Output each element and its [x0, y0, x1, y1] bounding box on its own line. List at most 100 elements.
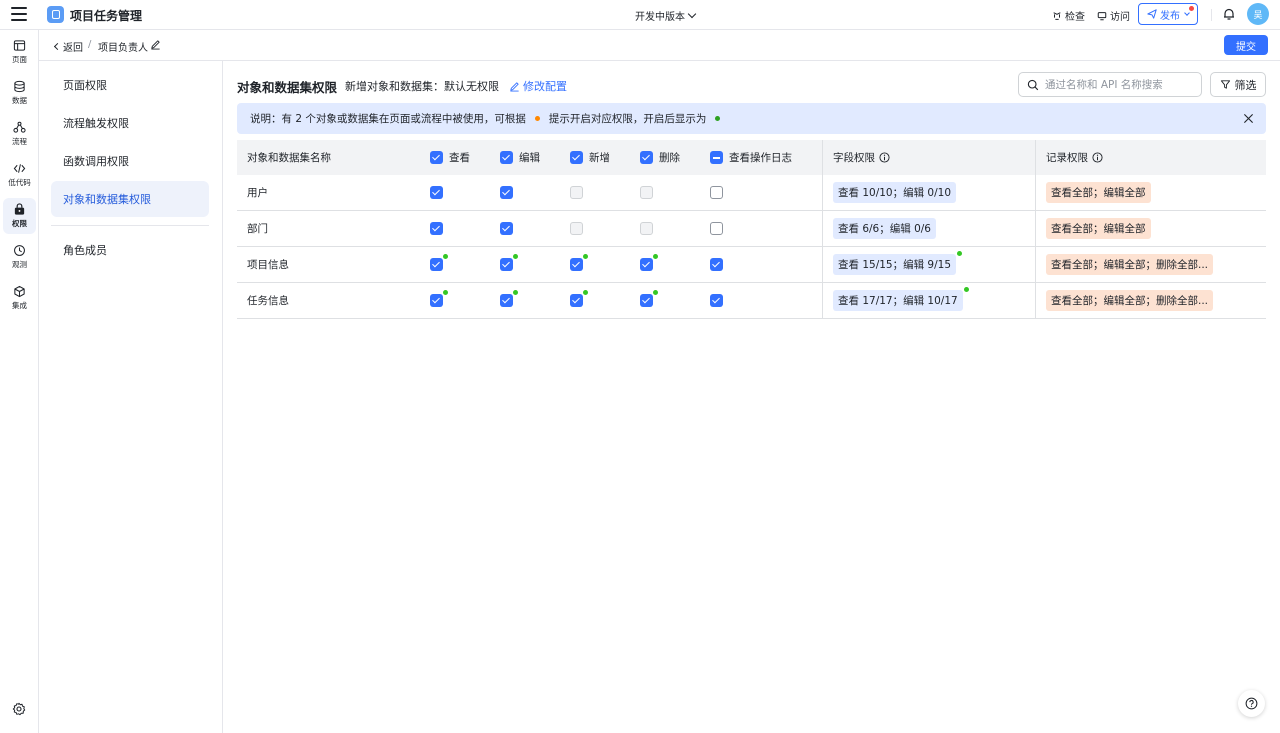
record-cell: 查看全部；编辑全部 — [1046, 211, 1151, 246]
field-permission-tag[interactable]: 查看 6/6；编辑 0/6 — [833, 218, 936, 239]
nav-item-flow[interactable]: 流程 — [3, 116, 36, 152]
view-cell — [430, 247, 448, 282]
field-permission-text: 查看 17/17；编辑 10/17 — [838, 295, 958, 307]
send-icon — [1147, 9, 1157, 19]
record-permission-tag[interactable]: 查看全部；编辑全部；删除全部... — [1046, 290, 1214, 311]
nav-label: 页面 — [12, 55, 27, 64]
side-menu-item-flow-permission[interactable]: 流程触发权限 — [51, 105, 209, 141]
edit-checkbox[interactable] — [500, 186, 513, 199]
view-checkbox[interactable] — [430, 222, 443, 235]
filter-icon — [1220, 80, 1230, 89]
delete-checkbox[interactable] — [640, 290, 658, 307]
divider — [822, 283, 823, 318]
table-row: 部门 查看 6/6；编辑 0/6 查看全部；编辑全部 — [237, 211, 1266, 247]
bell-icon[interactable] — [1222, 7, 1236, 21]
select-all-delete-checkbox[interactable] — [640, 151, 653, 164]
nav-label: 集成 — [12, 301, 27, 310]
select-all-log-checkbox[interactable] — [710, 151, 723, 164]
green-dot-icon — [583, 290, 588, 295]
submit-button[interactable]: 提交 — [1224, 35, 1268, 55]
notice-text-1: 说明：有 2 个对象或数据集在页面或流程中被使用，可根据 — [250, 113, 526, 125]
nav-item-lowcode[interactable]: 低代码 — [3, 157, 36, 193]
side-menu-item-function-permission[interactable]: 函数调用权限 — [51, 143, 209, 179]
app-logo-icon — [47, 6, 64, 23]
row-name: 项目信息 — [247, 259, 289, 271]
select-all-edit-checkbox[interactable] — [500, 151, 513, 164]
gear-icon[interactable] — [12, 702, 26, 716]
add-checkbox[interactable] — [570, 254, 588, 271]
record-permission-tag[interactable]: 查看全部；编辑全部 — [1046, 182, 1151, 203]
add-cell — [570, 247, 588, 282]
add-checkbox — [570, 222, 583, 235]
edit-checkbox[interactable] — [500, 222, 513, 235]
info-icon[interactable] — [1092, 152, 1103, 163]
field-permission-tag[interactable]: 查看 15/15；编辑 9/15 — [833, 251, 963, 275]
filter-button[interactable]: 筛选 — [1210, 72, 1266, 97]
info-icon[interactable] — [879, 152, 890, 163]
log-checkbox[interactable] — [710, 222, 723, 235]
nav-label: 权限 — [12, 219, 27, 228]
delete-checkbox[interactable] — [640, 254, 658, 271]
table-row: 项目信息 查看 15/15；编辑 9/15 查看全部；编辑全部；删除全部... — [237, 247, 1266, 283]
app-title: 项目任务管理 — [70, 9, 143, 23]
side-menu-item-object-permission[interactable]: 对象和数据集权限 — [51, 181, 209, 217]
back-button[interactable]: 返回 — [53, 39, 83, 54]
avatar[interactable]: 吴 — [1247, 3, 1269, 25]
publish-button[interactable]: 发布 — [1138, 3, 1198, 25]
hamburger-menu-icon[interactable] — [11, 7, 27, 21]
edit-icon[interactable] — [150, 39, 161, 50]
search-input[interactable] — [1045, 78, 1195, 91]
record-permission-tag[interactable]: 查看全部；编辑全部；删除全部... — [1046, 254, 1214, 275]
edit-checkbox[interactable] — [500, 254, 518, 271]
divider — [822, 140, 823, 175]
log-checkbox[interactable] — [710, 186, 723, 199]
table-row: 用户 查看 10/10；编辑 0/10 查看全部；编辑全部 — [237, 175, 1266, 211]
divider — [822, 247, 823, 282]
add-checkbox — [570, 186, 583, 199]
field-permission-tag[interactable]: 查看 17/17；编辑 10/17 — [833, 287, 969, 311]
green-dot-icon — [957, 251, 963, 256]
view-checkbox[interactable] — [430, 254, 448, 271]
nav-item-data[interactable]: 数据 — [3, 75, 36, 111]
view-checkbox[interactable] — [430, 186, 443, 199]
nav-item-page[interactable]: 页面 — [3, 34, 36, 70]
log-checkbox[interactable] — [710, 294, 723, 307]
nav-item-permission[interactable]: 权限 — [3, 198, 36, 234]
column-header-name: 对象和数据集名称 — [247, 152, 331, 164]
chevron-down-icon — [687, 9, 697, 19]
column-label: 新增 — [589, 152, 610, 164]
table-row: 任务信息 查看 17/17；编辑 10/17 查看全部；编辑全部；删除全部... — [237, 283, 1266, 319]
record-permission-tag[interactable]: 查看全部；编辑全部 — [1046, 218, 1151, 239]
modify-config-link[interactable]: 修改配置 — [509, 78, 567, 94]
select-all-add-checkbox[interactable] — [570, 151, 583, 164]
view-checkbox[interactable] — [430, 290, 448, 307]
column-header-delete: 删除 — [640, 140, 680, 175]
add-checkbox[interactable] — [570, 290, 588, 307]
search-icon — [1027, 79, 1039, 90]
add-cell — [570, 175, 583, 210]
column-label: 查看 — [449, 152, 470, 164]
log-cell — [710, 211, 723, 246]
green-dot-icon — [715, 116, 721, 121]
delete-cell — [640, 211, 653, 246]
field-permission-tag[interactable]: 查看 10/10；编辑 0/10 — [833, 182, 957, 203]
edit-checkbox[interactable] — [500, 290, 518, 307]
row-name: 用户 — [247, 187, 268, 199]
help-button[interactable] — [1238, 690, 1265, 717]
delete-cell — [640, 247, 658, 282]
inspect-button[interactable]: 检查 — [1052, 8, 1085, 23]
close-icon[interactable] — [1243, 113, 1254, 124]
field-permission-text: 查看 15/15；编辑 9/15 — [838, 259, 952, 271]
side-menu-item-page-permission[interactable]: 页面权限 — [51, 67, 209, 103]
side-menu-item-role-members[interactable]: 角色成员 — [51, 232, 209, 268]
delete-cell — [640, 175, 653, 210]
left-nav: 页面 数据 流程 低代码 权限 观测 集成 — [0, 30, 39, 733]
log-checkbox[interactable] — [710, 258, 723, 271]
version-selector[interactable]: 开发中版本 — [635, 8, 697, 23]
field-cell: 查看 10/10；编辑 0/10 — [833, 175, 957, 210]
visit-button[interactable]: 访问 — [1097, 8, 1130, 23]
nav-item-monitor[interactable]: 观测 — [3, 239, 36, 275]
green-dot-icon — [443, 254, 448, 259]
select-all-view-checkbox[interactable] — [430, 151, 443, 164]
nav-item-integration[interactable]: 集成 — [3, 280, 36, 316]
